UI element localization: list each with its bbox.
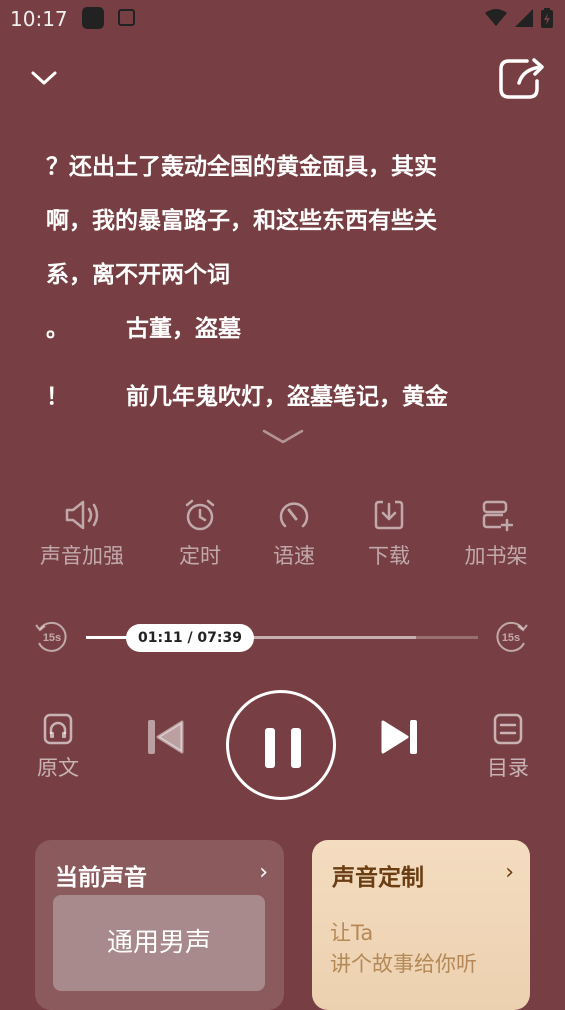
voice-option[interactable]: 通用男声 [53,895,265,991]
text-app-icon [118,9,135,26]
voice-enhance-label: 声音加强 [40,544,124,568]
lyric-text: 系，离不开两个词 [46,262,230,288]
lyric-line: ？还出土了轰动全国的黄金面具，其实 [46,140,526,194]
playback-controls: 原文 目录 [0,690,565,805]
battery-icon [541,8,553,28]
pause-bar-left [265,728,275,768]
status-right [485,8,553,28]
speed-button[interactable]: 语速 [264,498,324,570]
rewind-label: 15s [43,632,61,644]
chevron-right-icon: › [259,860,268,885]
rewind-15s-icon[interactable]: 15s [33,619,69,655]
wifi-icon [485,9,507,26]
catalog-label: 目录 [487,756,529,780]
add-bookshelf-label: 加书架 [464,544,528,568]
pause-bar-right [291,728,301,768]
voice-custom-line2: 讲个故事给你听 [330,952,477,976]
timer-label: 定时 [179,544,221,568]
voice-custom-subtitle: 让Ta 讲个故事给你听 [330,918,477,980]
lyrics-area: ？还出土了轰动全国的黄金面具，其实 啊，我的暴富路子，和这些东西有些关 系，离不… [46,140,526,424]
lyric-line: 系，离不开两个词 [46,248,526,302]
add-bookshelf-button[interactable]: 加书架 [456,498,536,570]
play-pause-button[interactable] [226,690,336,800]
book-headphones-icon [43,713,73,745]
original-text-label: 原文 [37,756,79,780]
current-voice-card[interactable]: 当前声音 › 通用男声 [35,840,284,1010]
lyric-line: 。 古董，盗墓 [46,302,526,356]
lyric-text: ？还出土了轰动全国的黄金面具，其实 [46,154,437,180]
status-time: 10:17 [10,7,68,31]
forward-15s-icon[interactable]: 15s [494,619,530,655]
forward-label: 15s [502,632,520,644]
previous-track-icon[interactable] [146,718,184,756]
voice-enhance-button[interactable]: 声音加强 [33,498,131,570]
expand-lyrics-chevron-icon[interactable] [262,426,304,448]
download-label: 下载 [368,544,410,568]
catalog-list-icon [493,713,523,745]
signal-icon [515,9,533,27]
lyric-line: 啊，我的暴富路子，和这些东西有些关 [46,194,526,248]
lyric-text: 古董，盗墓 [126,316,241,342]
progress-area: 15s 01:11 / 07:39 15s [0,615,565,659]
voice-custom-card[interactable]: 声音定制 › 让Ta 讲个故事给你听 [312,840,530,1010]
share-icon[interactable] [497,55,547,101]
download-button[interactable]: 下载 [359,498,419,570]
chevron-down-icon[interactable] [30,68,58,88]
add-bookshelf-icon [482,500,513,532]
progress-thumb[interactable]: 01:11 / 07:39 [126,624,254,652]
voice-custom-line1: 让Ta [330,921,374,945]
status-bar: 10:17 [0,0,565,40]
chevron-right-icon: › [505,860,514,885]
app-icon [82,7,104,29]
voice-custom-title: 声音定制 [332,865,424,891]
lyric-line: ！ 前几年鬼吹灯，盗墓笔记，黄金 [46,370,526,424]
alarm-clock-icon [185,499,215,531]
speed-label: 语速 [273,544,315,568]
current-voice-title: 当前声音 [55,865,147,891]
lyric-mark: ！ [46,384,69,410]
function-row: 声音加强 定时 语速 下载 加书架 [0,498,565,578]
lyric-mark: 。 [46,316,69,342]
original-text-button[interactable]: 原文 [33,712,83,782]
timer-button[interactable]: 定时 [170,498,230,570]
download-icon [374,500,404,530]
speaker-icon [65,500,99,530]
lyric-text: 啊，我的暴富路子，和这些东西有些关 [46,208,437,234]
catalog-button[interactable]: 目录 [483,712,533,782]
next-track-icon[interactable] [381,718,419,756]
speed-gauge-icon [279,502,309,528]
lyric-text: 前几年鬼吹灯，盗墓笔记，黄金 [126,384,448,410]
